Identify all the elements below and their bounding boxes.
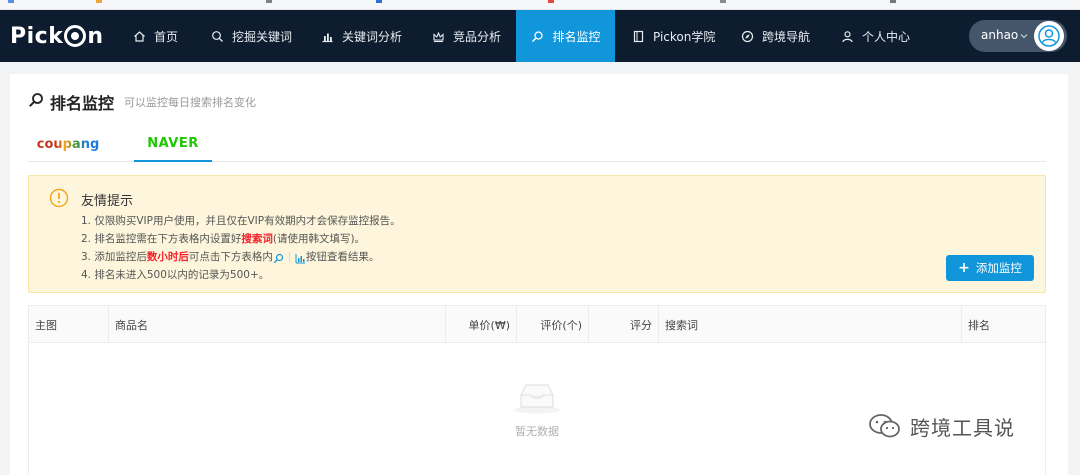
bar-chart-icon [320, 29, 334, 43]
platform-tabs: coupang NAVER [28, 126, 1046, 162]
tips-notice: 友情提示 1. 仅限购买VIP用户使用，并且仅在VIP有效期内才会保存监控报告。… [28, 175, 1046, 293]
browser-tab-strip [0, 0, 1080, 10]
nav-label: 挖掘关键词 [232, 29, 293, 44]
notice-text: 2. 排名监控需在下方表格内设置好 [81, 233, 242, 245]
coupang-logo: coupang [36, 136, 100, 152]
add-monitor-button[interactable]: + 添加监控 [946, 255, 1034, 281]
bar-chart-icon [295, 252, 306, 263]
logo-text: Pick [10, 23, 64, 49]
column-header-review-count: 评价(个) [517, 306, 589, 343]
column-header-rating: 评分 [589, 306, 659, 343]
notice-lines: 1. 仅限购买VIP用户使用，并且仅在VIP有效期内才会保存监控报告。 2. 排… [81, 212, 401, 284]
nav-item-keyword-mining[interactable]: 挖掘关键词 [210, 10, 292, 62]
nav-item-home[interactable]: 首页 [132, 10, 178, 62]
notice-line: 2. 排名监控需在下方表格内设置好搜索词(请使用韩文填写)。 [81, 230, 401, 248]
home-icon [132, 29, 146, 43]
plus-icon: + [958, 260, 970, 276]
page-title: 排名监控 [50, 94, 115, 113]
wechat-icon [869, 414, 900, 438]
notice-line: 1. 仅限购买VIP用户使用，并且仅在VIP有效期内才会保存监控报告。 [81, 215, 401, 227]
nav-item-rank-monitor[interactable]: 排名监控 [516, 10, 615, 62]
nav-label: 竞品分析 [453, 29, 502, 44]
notice-text: 可点击下方表格内 [188, 251, 273, 263]
nav-label: 跨境导航 [762, 29, 811, 44]
column-header-unit-price: 单价(₩) [446, 306, 517, 343]
top-navigation-bar: Pick n 首页 挖掘关键词 关键词分析 竞品分析 排名监控 Pickon学院… [0, 10, 1080, 62]
nav-item-keyword-analysis[interactable]: 关键词分析 [320, 10, 402, 62]
page-subtitle: 可以监控每日搜索排名变化 [124, 96, 257, 109]
pickon-logo[interactable]: Pick n [10, 22, 104, 50]
wechat-watermark: 跨境工具说 [868, 410, 1015, 442]
naver-logo: NAVER [147, 135, 199, 151]
username-label: anhao [981, 28, 1019, 42]
column-header-product-name: 商品名 [109, 306, 446, 343]
nav-label: 排名监控 [552, 29, 601, 44]
nav-label: Pickon学院 [653, 29, 716, 44]
notice-line: 3. 添加监控后数小时后可点击下方表格内 按钮查看结果。 [81, 248, 401, 266]
divider [288, 252, 290, 262]
compass-icon [740, 29, 754, 43]
person-icon [840, 29, 854, 43]
notice-text: 按钮查看结果。 [305, 251, 380, 263]
tab-favicon [720, 0, 726, 3]
nav-item-competitor-analysis[interactable]: 竞品分析 [431, 10, 501, 62]
tab-favicon [376, 0, 382, 3]
monitor-search-icon [530, 29, 544, 43]
nav-item-cross-border-nav[interactable]: 跨境导航 [740, 10, 810, 62]
search-icon [210, 29, 224, 43]
notice-line: 4. 排名未进入500以内的记录为500+。 [81, 269, 270, 281]
crown-icon [431, 29, 445, 43]
search-icon [273, 252, 284, 263]
monitor-table: 主图 商品名 单价(₩) 评价(个) 评分 搜索词 排名 暂无数据 [28, 305, 1046, 475]
notice-highlight: 搜索词 [241, 233, 273, 245]
book-icon [631, 29, 645, 43]
column-header-search-term: 搜索词 [659, 306, 962, 343]
tab-favicon [266, 0, 272, 3]
avatar-person-icon [1038, 25, 1060, 47]
nav-label: 首页 [154, 29, 179, 44]
warning-icon [49, 188, 69, 208]
notice-text: (请使用韩文填写)。 [272, 233, 366, 245]
add-monitor-label: 添加监控 [975, 261, 1022, 275]
tab-favicon [548, 0, 554, 3]
notice-title: 友情提示 [81, 194, 134, 209]
nav-item-pickon-academy[interactable]: Pickon学院 [631, 10, 715, 62]
page-header: 排名监控 可以监控每日搜索排名变化 [28, 92, 257, 113]
column-header-image: 主图 [29, 306, 109, 343]
table-header: 主图 商品名 单价(₩) 评价(个) 评分 搜索词 排名 [29, 306, 1045, 343]
notice-text: 3. 添加监控后 [81, 251, 147, 263]
avatar[interactable] [1034, 21, 1064, 51]
logo-text: n [87, 23, 104, 49]
nav-label: 个人中心 [862, 29, 911, 44]
search-icon [28, 92, 44, 112]
notice-highlight: 数小时后 [146, 251, 189, 263]
tab-coupang[interactable]: coupang [28, 126, 108, 162]
tab-favicon [96, 0, 102, 3]
column-header-rank: 排名 [968, 318, 990, 332]
empty-inbox-icon [511, 379, 563, 415]
table-empty-state: 暂无数据 [29, 343, 1045, 475]
nav-label: 关键词分析 [342, 29, 403, 44]
nav-item-user-center[interactable]: 个人中心 [840, 10, 910, 62]
user-menu[interactable]: anhao [969, 20, 1067, 52]
chevron-down-icon [1019, 28, 1031, 42]
tab-favicon [8, 0, 14, 3]
watermark-text: 跨境工具说 [910, 415, 1015, 440]
tab-naver[interactable]: NAVER [134, 126, 212, 162]
tab-favicon [890, 0, 896, 3]
logo-o-icon [64, 25, 87, 47]
